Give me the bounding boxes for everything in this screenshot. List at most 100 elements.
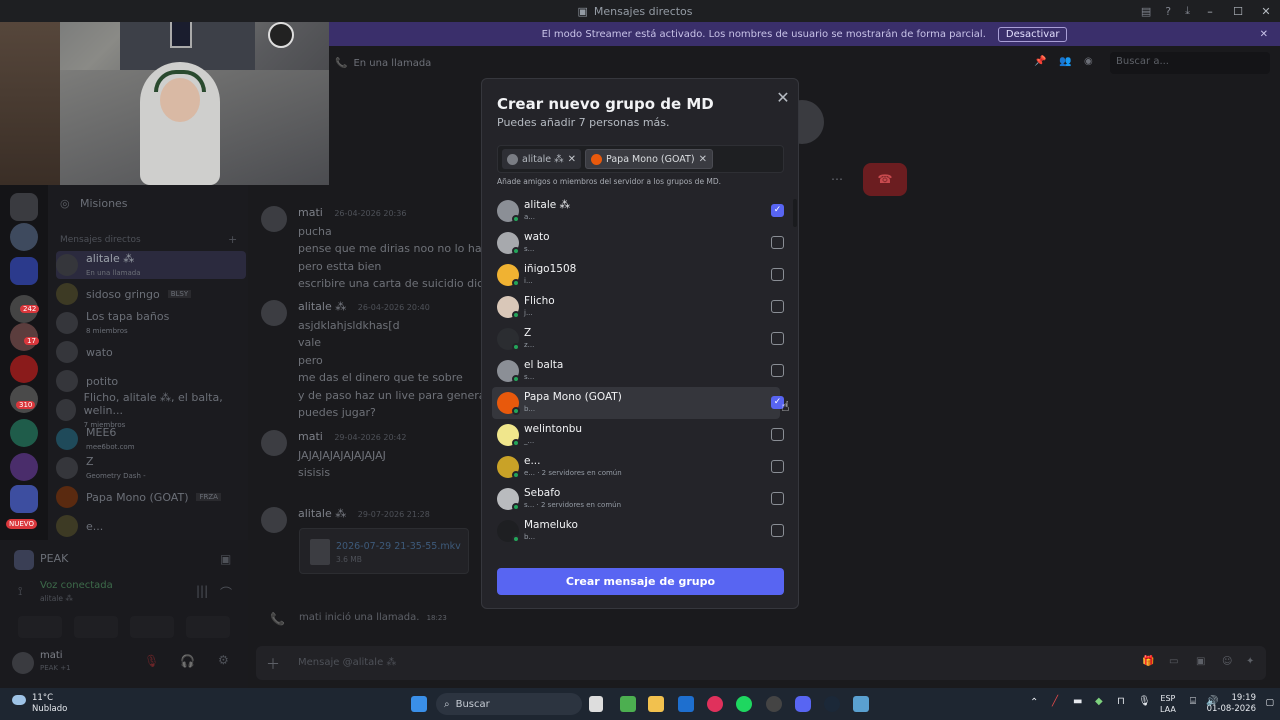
dm-item[interactable]: alitale ⁂ En una llamada (56, 251, 246, 279)
add-attachment-icon[interactable]: ＋ (266, 654, 280, 674)
friend-row[interactable]: Zz... (492, 323, 784, 355)
voice-status[interactable]: Voz conectada (40, 580, 113, 591)
friend-row[interactable]: alitale ⁂ a... ✓ (492, 195, 784, 227)
file-explorer-icon[interactable] (648, 696, 664, 712)
close-icon[interactable]: ✕ (1260, 29, 1268, 40)
camera-off-button[interactable] (18, 616, 62, 638)
task-view-icon[interactable] (589, 696, 603, 712)
select-checkbox[interactable] (771, 460, 784, 473)
avatar[interactable] (261, 206, 287, 232)
spotify-icon[interactable] (736, 696, 752, 712)
store-icon[interactable] (678, 696, 694, 712)
network-icon[interactable]: ⌸ (1190, 696, 1196, 707)
selected-chip[interactable]: Papa Mono (GOAT) ✕ (585, 149, 713, 169)
select-checkbox[interactable] (771, 236, 784, 249)
start-icon[interactable] (411, 696, 427, 712)
profile-icon[interactable]: ◉ (1084, 56, 1093, 67)
screen-share-button[interactable] (74, 616, 118, 638)
file-name[interactable]: 2026-07-29 21-35-55.mkv (336, 541, 461, 552)
select-checkbox[interactable] (771, 268, 784, 281)
user-name[interactable]: mati (40, 650, 63, 661)
missions-link[interactable]: Misiones (80, 197, 128, 210)
activities-button[interactable] (130, 616, 174, 638)
server-icon[interactable] (10, 485, 38, 513)
server-icon[interactable] (10, 355, 38, 383)
taskbar-search[interactable]: ⌕ Buscar (436, 693, 582, 715)
dm-item[interactable]: e... (56, 512, 246, 540)
friend-row[interactable]: e... e... · 2 servidores en común (492, 451, 784, 483)
dm-item[interactable]: Papa Mono (GOAT) FRZA (56, 483, 246, 511)
select-checkbox[interactable] (771, 492, 784, 505)
friend-row[interactable]: iñigo1508 i... (492, 259, 784, 291)
language-indicator[interactable]: ESP LAA (1160, 693, 1176, 715)
help-icon[interactable]: ? (1165, 5, 1171, 18)
sticker-icon[interactable]: ▣ (1196, 656, 1205, 667)
soundboard-button[interactable] (186, 616, 230, 638)
avatar[interactable] (261, 300, 287, 326)
create-group-button[interactable]: Crear mensaje de grupo (497, 568, 784, 595)
server-icon[interactable] (10, 223, 38, 251)
message-author[interactable]: alitale ⁂ (298, 300, 346, 313)
select-checkbox[interactable] (771, 524, 784, 537)
usb-icon[interactable]: ⊓ (1117, 696, 1125, 707)
voice-channel[interactable]: alitale ⁂ (40, 594, 73, 603)
select-checkbox[interactable] (771, 364, 784, 377)
tray-icon[interactable]: ╱ (1052, 696, 1058, 707)
inbox-icon[interactable]: ▤ (1141, 5, 1151, 18)
message-author[interactable]: mati (298, 206, 323, 219)
deactivate-button[interactable]: Desactivar (997, 26, 1068, 42)
close-window-button[interactable]: ✕ (1252, 5, 1280, 18)
obs-icon[interactable] (766, 696, 782, 712)
server-icon[interactable] (10, 257, 38, 285)
remove-icon[interactable]: ✕ (568, 154, 576, 165)
remove-icon[interactable]: ✕ (699, 154, 707, 165)
noise-icon[interactable]: ||| (196, 584, 208, 598)
widgets-icon[interactable] (620, 696, 636, 712)
dm-item[interactable]: Los tapa baños 8 miembros (56, 309, 246, 337)
dm-item[interactable]: MEE6 mee6bot.com (56, 425, 246, 453)
weather-widget[interactable]: 11°C Nublado (12, 693, 67, 715)
select-checkbox[interactable]: ✓ (771, 204, 784, 217)
friend-row[interactable]: Mameluko b... (492, 515, 784, 547)
apps-icon[interactable]: ✦ (1246, 656, 1254, 667)
select-checkbox[interactable] (771, 332, 784, 345)
select-checkbox[interactable] (771, 428, 784, 441)
friend-row[interactable]: Flicho j... (492, 291, 784, 323)
chevron-up-icon[interactable]: ⌃ (1030, 697, 1038, 708)
pin-icon[interactable]: 📌 (1034, 56, 1046, 67)
friend-row[interactable]: welintonbu _... (492, 419, 784, 451)
avatar[interactable] (261, 430, 287, 456)
discord-taskbar-icon[interactable] (795, 696, 811, 712)
notification-icon[interactable]: ▢ (1265, 698, 1274, 708)
mic-icon[interactable]: 🎙 (1138, 696, 1151, 707)
headphones-icon[interactable]: 🎧 (180, 654, 195, 668)
file-attachment[interactable]: 2026-07-29 21-35-55.mkv 3.6 MB (299, 528, 469, 574)
download-icon[interactable]: ⤓ (1185, 4, 1190, 18)
tray-icon[interactable]: ◆ (1095, 696, 1103, 707)
user-avatar[interactable] (12, 652, 34, 674)
clock[interactable]: 19:19 01-08-2026 (1207, 693, 1256, 715)
message-author[interactable]: alitale ⁂ (298, 507, 346, 520)
dm-item[interactable]: sidoso gringo BLSY (56, 280, 246, 308)
app-icon[interactable] (853, 696, 869, 712)
scrollbar[interactable] (793, 199, 797, 227)
search-input[interactable]: Buscar a... (1110, 52, 1270, 74)
settings-icon[interactable]: ⚙ (218, 653, 229, 667)
server-icon[interactable] (10, 419, 38, 447)
selected-chip[interactable]: alitale ⁂ ✕ (502, 149, 582, 169)
maximize-button[interactable]: ☐ (1224, 5, 1252, 18)
new-dm-icon[interactable]: + (228, 233, 237, 246)
home-icon[interactable] (10, 193, 38, 221)
friend-row[interactable]: Sebafo s... · 2 servidores en común (492, 483, 784, 515)
friend-row[interactable]: Papa Mono (GOAT) b... ✓ (492, 387, 784, 419)
emoji-icon[interactable]: ☺ (1222, 656, 1232, 667)
hangup-button[interactable]: ☎ (863, 163, 907, 196)
server-icon[interactable] (10, 453, 38, 481)
message-composer[interactable]: ＋ Mensaje @alitale ⁂ 🎁 ▭ ▣ ☺ ✦ (256, 646, 1266, 680)
voice-server-name[interactable]: PEAK (40, 552, 68, 565)
more-icon[interactable]: ⋯ (831, 172, 843, 186)
dm-item[interactable]: Flicho, alitale ⁂, el balta, welin... 7 m… (56, 391, 246, 429)
gif-icon[interactable]: ▭ (1169, 656, 1178, 667)
selected-friends-input[interactable]: alitale ⁂ ✕ Papa Mono (GOAT) ✕ (497, 145, 784, 173)
dm-item[interactable]: Z Geometry Dash - (56, 454, 246, 482)
